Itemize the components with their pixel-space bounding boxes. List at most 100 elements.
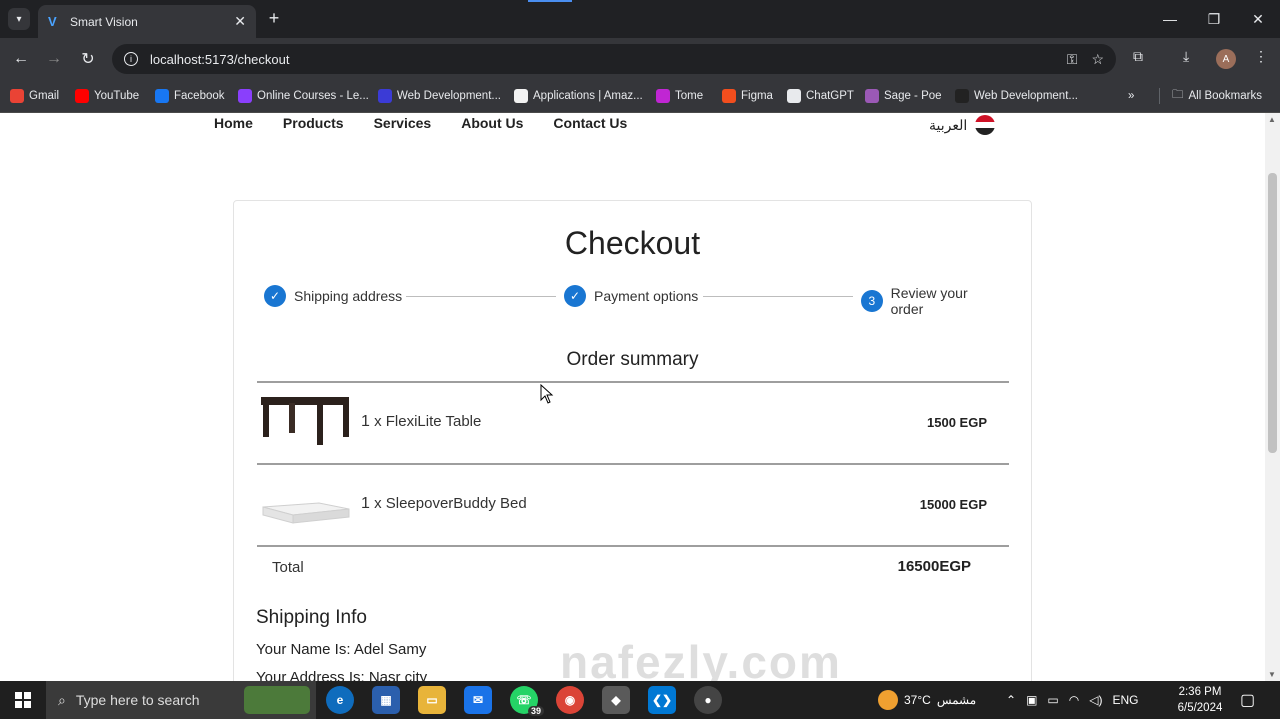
new-tab-button[interactable]: + xyxy=(264,8,284,28)
weather-temp: 37°C xyxy=(904,693,931,707)
store-icon[interactable]: ▦ xyxy=(372,686,400,714)
whatsapp-icon[interactable]: ☏ 39 xyxy=(510,686,544,716)
notifications-icon[interactable]: ▢ xyxy=(1240,690,1255,710)
site-info-icon[interactable]: i xyxy=(124,52,138,66)
profile-avatar[interactable]: A xyxy=(1216,49,1236,69)
back-button[interactable]: ← xyxy=(10,48,32,70)
bookmark-item[interactable]: ChatGPT xyxy=(787,87,854,105)
item-price: 15000 EGP xyxy=(919,497,987,512)
nav-products[interactable]: Products xyxy=(283,115,344,131)
forward-button[interactable]: → xyxy=(43,48,65,70)
gmail-icon xyxy=(10,89,24,103)
bookmark-item[interactable]: YouTube xyxy=(75,87,139,105)
scroll-down-icon[interactable]: ▼ xyxy=(1268,670,1276,679)
volume-icon[interactable]: ◁) xyxy=(1089,693,1102,707)
start-button[interactable] xyxy=(0,681,46,719)
close-window-button[interactable]: ✕ xyxy=(1236,0,1280,38)
search-placeholder: Type here to search xyxy=(75,692,200,708)
downloads-icon[interactable]: ⤓ xyxy=(1183,48,1189,65)
bookmark-item[interactable]: Applications | Amaz... xyxy=(514,87,643,105)
folder-icon: 🗀 xyxy=(1172,88,1184,101)
shipping-info-title: Shipping Info xyxy=(256,607,367,628)
chrome-icon[interactable]: ◉ xyxy=(556,686,584,714)
language-indicator[interactable]: ENG xyxy=(1112,693,1138,707)
bookmark-item[interactable]: Online Courses - Le... xyxy=(238,87,369,105)
site-nav: Home Products Services About Us Contact … xyxy=(214,115,627,131)
restore-button[interactable]: ❐ xyxy=(1192,0,1236,38)
tab-search-button[interactable]: ▾ xyxy=(8,8,30,30)
weather-widget[interactable]: 37°C مشمس xyxy=(878,681,976,719)
step-payment-options: ✓ Payment options xyxy=(564,285,698,307)
tome-icon xyxy=(656,89,670,103)
mail-icon[interactable]: ✉ xyxy=(464,686,492,714)
more-bookmarks-icon[interactable]: » xyxy=(1128,87,1134,105)
item-qty: 1 xyxy=(361,413,370,430)
menu-kebab-icon[interactable]: ⋮ xyxy=(1254,48,1268,65)
scroll-thumb[interactable] xyxy=(1268,173,1277,453)
bookmark-label: Applications | Amaz... xyxy=(533,90,643,102)
bookmark-item[interactable]: Facebook xyxy=(155,87,225,105)
step-shipping-address: ✓ Shipping address xyxy=(264,285,402,307)
vscode-icon[interactable]: ❮❯ xyxy=(648,686,676,714)
windows-logo-icon xyxy=(15,692,31,708)
wifi-icon[interactable]: ◠ xyxy=(1069,693,1079,707)
all-bookmarks-button[interactable]: 🗀 All Bookmarks xyxy=(1172,87,1262,105)
extensions-icon[interactable]: ⧉ xyxy=(1133,48,1143,65)
amazon-icon xyxy=(514,89,528,103)
nav-home[interactable]: Home xyxy=(214,115,253,131)
item-qty: 1 xyxy=(361,495,370,512)
bookmark-label: Sage - Poe xyxy=(884,90,942,102)
webdev-icon xyxy=(955,89,969,103)
step-connector xyxy=(703,296,853,297)
nav-services[interactable]: Services xyxy=(374,115,432,131)
step-connector xyxy=(406,296,556,297)
step-label: Payment options xyxy=(594,288,699,304)
all-bookmarks-label: All Bookmarks xyxy=(1188,90,1263,102)
reload-button[interactable]: ↻ xyxy=(77,48,99,70)
nav-about[interactable]: About Us xyxy=(461,115,523,131)
tab-smart-vision[interactable]: V Smart Vision ✕ xyxy=(38,5,256,38)
edge-icon[interactable]: e xyxy=(326,686,354,714)
bookmark-item[interactable]: Sage - Poe xyxy=(865,87,942,105)
url-text[interactable]: localhost:5173/checkout xyxy=(150,52,1053,67)
file-explorer-icon[interactable]: ▭ xyxy=(418,686,446,714)
password-key-icon[interactable]: ⚿ xyxy=(1067,51,1078,68)
window-controls: — ❐ ✕ xyxy=(1148,0,1280,38)
bookmark-label: Tome xyxy=(675,90,704,102)
bookmark-item[interactable]: Tome xyxy=(656,87,703,105)
item-price: 1500 EGP xyxy=(927,415,987,430)
taskbar-widget-image[interactable] xyxy=(244,686,310,714)
obs-icon[interactable]: ● xyxy=(694,686,722,714)
bookmark-star-icon[interactable]: ☆ xyxy=(1091,51,1104,68)
youtube-icon xyxy=(75,89,89,103)
bookmarks-divider xyxy=(1159,88,1160,104)
browser-toolbar: ← → ↻ i localhost:5173/checkout ⚿ ☆ ⧉ ⤓ … xyxy=(0,38,1280,80)
language-switcher[interactable]: العربية xyxy=(929,115,996,135)
battery-icon[interactable]: ▭ xyxy=(1047,693,1058,707)
close-tab-icon[interactable]: ✕ xyxy=(234,13,246,30)
app-icon[interactable]: ◆ xyxy=(602,686,630,714)
page-scrollbar[interactable]: ▲ ▼ xyxy=(1265,113,1280,681)
checkout-card: Checkout ✓ Shipping address ✓ Payment op… xyxy=(233,200,1032,681)
mouse-cursor-icon xyxy=(540,384,554,404)
check-icon: ✓ xyxy=(564,285,586,307)
chatgpt-icon xyxy=(787,89,801,103)
address-bar[interactable]: i localhost:5173/checkout ⚿ ☆ xyxy=(112,44,1116,74)
bookmark-item[interactable]: Figma xyxy=(722,87,773,105)
nav-contact[interactable]: Contact Us xyxy=(553,115,627,131)
bookmark-item[interactable]: Web Development... xyxy=(955,87,1078,105)
item-name: x SleepoverBuddy Bed xyxy=(369,495,527,512)
minimize-button[interactable]: — xyxy=(1148,0,1192,38)
item-label: 1 x FlexiLite Table xyxy=(361,413,481,431)
taskbar-clock[interactable]: 2:36 PM 6/5/2024 xyxy=(1172,684,1228,716)
meet-icon[interactable]: ▣ xyxy=(1026,693,1037,707)
accent-line xyxy=(528,0,572,2)
language-label: العربية xyxy=(929,116,968,133)
bookmark-label: YouTube xyxy=(94,90,140,102)
scroll-up-icon[interactable]: ▲ xyxy=(1268,115,1276,124)
bookmark-item[interactable]: Gmail xyxy=(10,87,59,105)
bookmark-label: Figma xyxy=(741,90,773,102)
bookmark-item[interactable]: Web Development... xyxy=(378,87,501,105)
chevron-up-icon[interactable]: ⌃ xyxy=(1006,693,1016,707)
courses-icon xyxy=(238,89,252,103)
